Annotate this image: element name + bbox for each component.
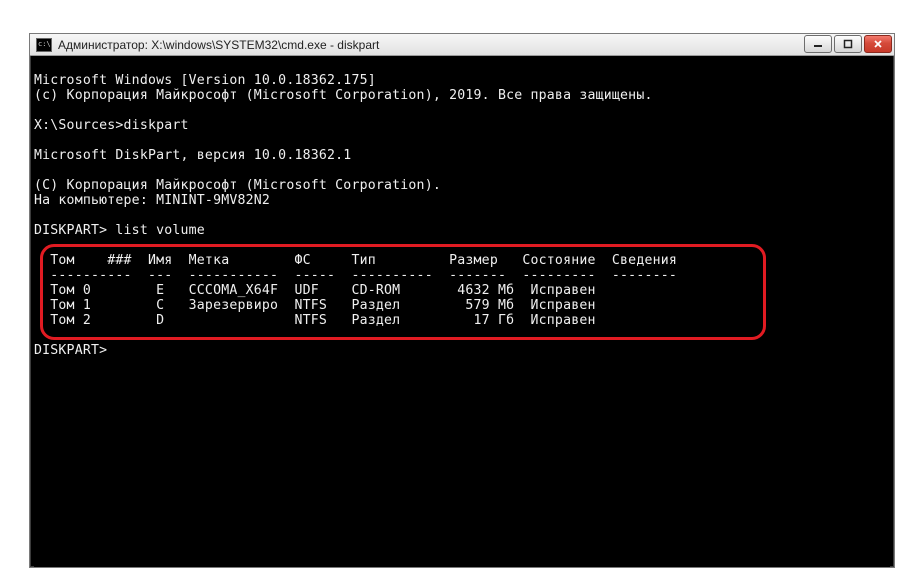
output-line: Microsoft DiskPart, версия 10.0.18362.1 (34, 148, 351, 163)
cmd-icon (36, 38, 52, 52)
output-line: Microsoft Windows [Version 10.0.18362.17… (34, 73, 376, 88)
table-row: Том 0 E CCCOMA_X64F UDF CD-ROM 4632 Мб И… (34, 283, 596, 298)
cmd-window: Администратор: X:\windows\SYSTEM32\cmd.e… (29, 33, 895, 568)
maximize-icon (843, 39, 853, 49)
titlebar[interactable]: Администратор: X:\windows\SYSTEM32\cmd.e… (30, 34, 894, 56)
output-line: (C) Корпорация Майкрософт (Microsoft Cor… (34, 178, 441, 193)
prompt-line: DISKPART> (34, 343, 107, 358)
table-row: Том 2 D NTFS Раздел 17 Гб Исправен (34, 313, 596, 328)
prompt-line: DISKPART> list volume (34, 223, 205, 238)
window-title: Администратор: X:\windows\SYSTEM32\cmd.e… (58, 38, 379, 52)
minimize-button[interactable] (804, 35, 832, 53)
console-output[interactable]: Microsoft Windows [Version 10.0.18362.17… (34, 58, 890, 567)
output-line: (c) Корпорация Майкрософт (Microsoft Cor… (34, 88, 653, 103)
window-controls (802, 34, 894, 54)
prompt-line: X:\Sources>diskpart (34, 118, 189, 133)
minimize-icon (813, 39, 823, 49)
maximize-button[interactable] (834, 35, 862, 53)
close-icon (873, 39, 883, 49)
output-line: На компьютере: MININT-9MV82N2 (34, 193, 270, 208)
table-divider: ---------- --- ----------- ----- -------… (34, 268, 677, 283)
close-button[interactable] (864, 35, 892, 53)
table-header: Том ### Имя Метка ФС Тип Размер Состояни… (34, 253, 677, 268)
table-row: Том 1 C Зарезервиро NTFS Раздел 579 Мб И… (34, 298, 596, 313)
